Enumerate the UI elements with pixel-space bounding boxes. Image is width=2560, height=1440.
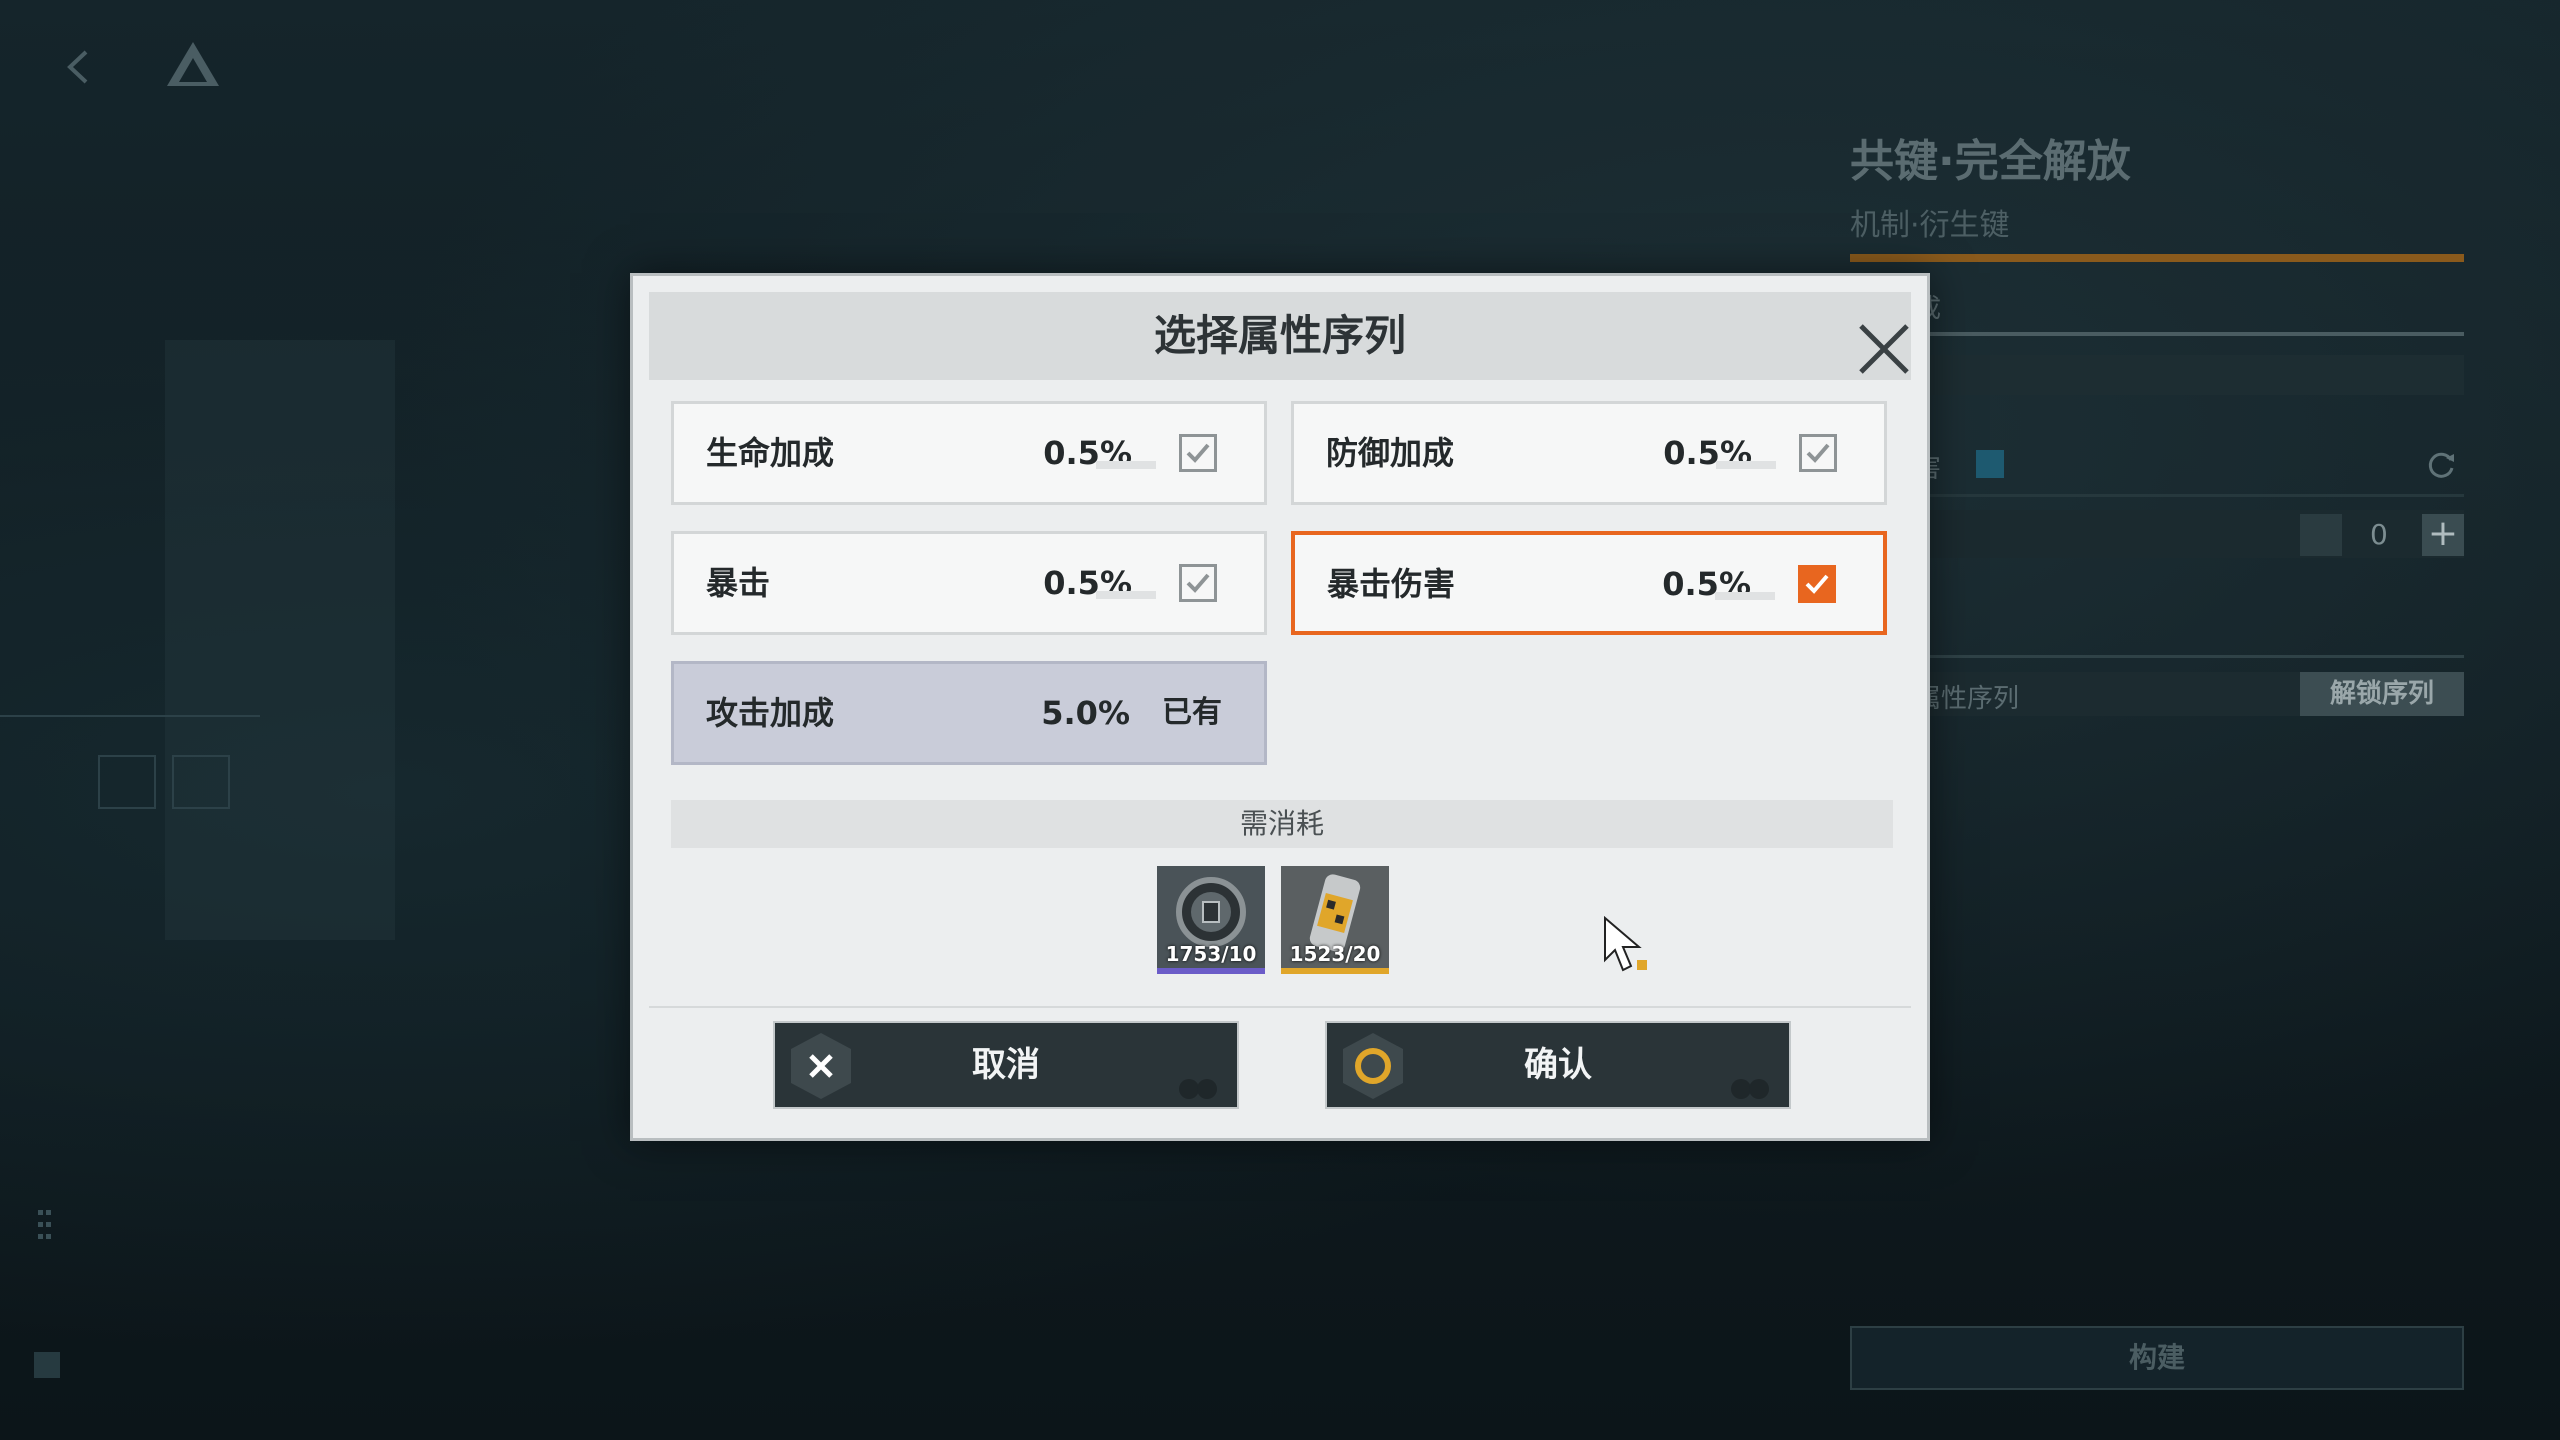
confirm-label: 确认	[1524, 1045, 1592, 1085]
cost-item-coin[interactable]: 1753/10	[1157, 866, 1265, 974]
decrement-button[interactable]	[2300, 514, 2342, 556]
value-bar	[1096, 591, 1156, 599]
value-bar	[1716, 461, 1776, 469]
panel-divider	[1850, 655, 2464, 658]
option-value: 0.5%	[1662, 565, 1751, 603]
dialog-header: 选择属性序列	[649, 292, 1911, 380]
option-atk-bonus: 攻击加成 5.0% 已有	[671, 661, 1267, 765]
option-value: 0.5%	[1663, 434, 1752, 472]
option-crit-damage[interactable]: 暴击伤害 0.5%	[1291, 531, 1887, 635]
rarity-bar	[1281, 968, 1389, 974]
option-hp-bonus[interactable]: 生命加成 0.5%	[671, 401, 1267, 505]
side-icon[interactable]	[34, 1352, 60, 1378]
option-checkbox[interactable]	[1799, 434, 1837, 472]
option-checkbox[interactable]	[1179, 564, 1217, 602]
option-name: 生命加成	[706, 434, 835, 472]
item-quantity: 1753/10	[1165, 942, 1257, 966]
background-slot	[98, 755, 156, 809]
checkmark-icon	[1805, 574, 1829, 594]
background-divider	[0, 715, 260, 717]
option-crit[interactable]: 暴击 0.5%	[671, 531, 1267, 635]
build-button[interactable]: 构建	[1850, 1326, 2464, 1390]
option-checkbox[interactable]	[1798, 565, 1836, 603]
item-quantity: 1523/20	[1289, 942, 1381, 966]
close-icon[interactable]	[1855, 320, 1913, 378]
option-name: 防御加成	[1326, 434, 1455, 472]
panel-accent-bar	[1850, 254, 2464, 262]
cancel-label: 取消	[972, 1045, 1040, 1085]
option-name: 攻击加成	[706, 694, 835, 732]
panel-field	[1850, 355, 2464, 395]
panel-divider	[1850, 494, 2464, 497]
button-deco-icon	[1731, 1079, 1769, 1099]
unlock-sequence-button[interactable]: 解锁序列	[2300, 672, 2464, 716]
mouse-cursor-icon	[1604, 916, 1647, 972]
option-value: 5.0%	[1041, 694, 1130, 732]
checkmark-icon	[1186, 443, 1210, 463]
value-bar	[1715, 592, 1775, 600]
checkmark-icon	[1186, 573, 1210, 593]
option-name: 暴击	[706, 564, 771, 602]
panel-divider	[1850, 332, 2464, 336]
dialog-title: 选择属性序列	[1153, 311, 1406, 360]
panel-title: 共键·完全解放	[1850, 136, 2131, 187]
option-def-bonus[interactable]: 防御加成 0.5%	[1291, 401, 1887, 505]
increment-button[interactable]: +	[2422, 514, 2464, 556]
option-value: 0.5%	[1043, 434, 1132, 472]
cost-label: 需消耗	[671, 800, 1893, 848]
checkmark-icon	[1806, 443, 1830, 463]
back-arrow-icon[interactable]	[60, 48, 98, 86]
option-name: 暴击伤害	[1327, 565, 1456, 603]
background-panel	[165, 340, 395, 940]
owned-label: 已有	[1162, 695, 1222, 730]
confirm-button[interactable]: 确认	[1325, 1021, 1791, 1109]
refresh-icon[interactable]	[2424, 448, 2458, 482]
panel-subtitle: 机制·衍生键	[1850, 208, 2010, 243]
dialog-divider	[649, 1006, 1911, 1008]
option-checkbox[interactable]	[1179, 434, 1217, 472]
cost-item-canister[interactable]: 1523/20	[1281, 866, 1389, 974]
stepper-value: 0	[2370, 518, 2388, 551]
panel-sequence-label: 属性序列	[1915, 684, 2020, 714]
value-bar	[1096, 461, 1156, 469]
rarity-bar	[1157, 968, 1265, 974]
select-attribute-dialog: 选择属性序列 生命加成 0.5% 防御加成 0.5% 暴击 0.5% 暴击伤害 …	[630, 273, 1930, 1141]
cancel-button[interactable]: 取消	[773, 1021, 1239, 1109]
upgrade-tag-icon	[1976, 450, 2004, 478]
background-slot	[172, 755, 230, 809]
logo-icon	[167, 42, 219, 86]
menu-dots-icon[interactable]	[36, 1210, 54, 1250]
button-deco-icon	[1179, 1079, 1217, 1099]
option-value: 0.5%	[1043, 564, 1132, 602]
